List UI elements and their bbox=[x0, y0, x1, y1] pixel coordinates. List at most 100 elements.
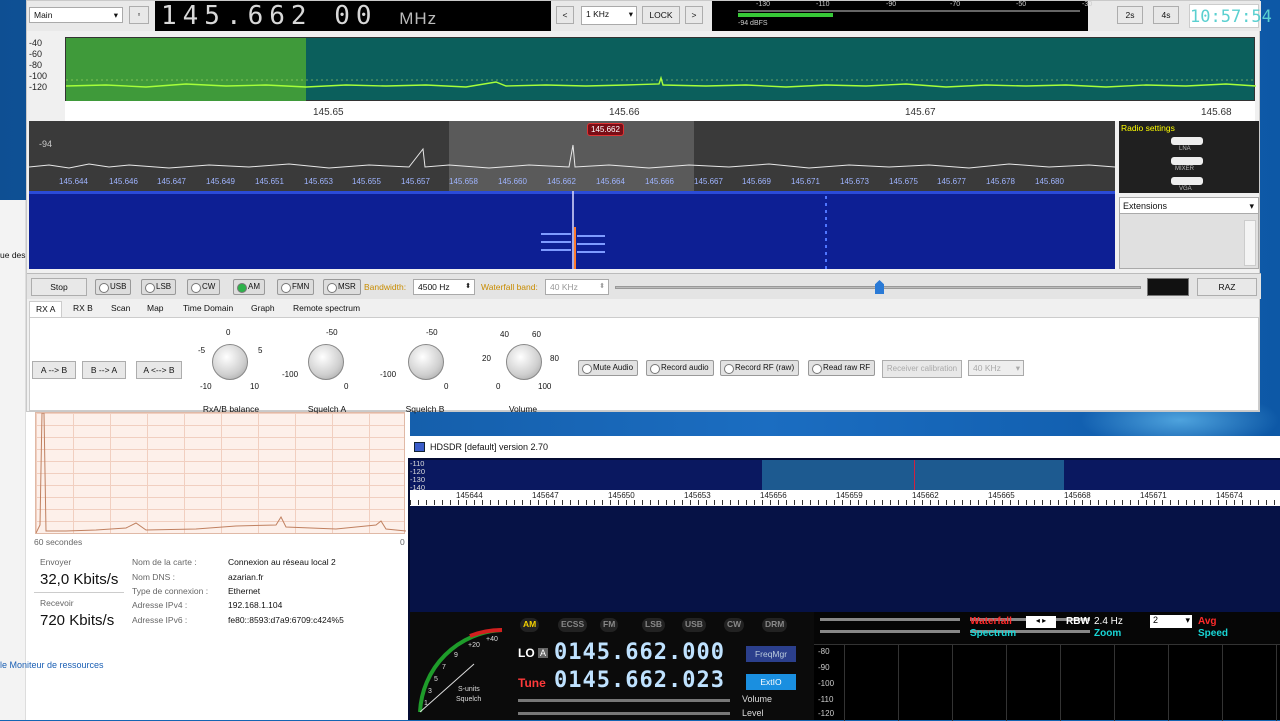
smeter-tick: 5 bbox=[434, 676, 438, 683]
hd-mode-ecss[interactable]: ECSS bbox=[558, 618, 588, 632]
a-to-b-button[interactable]: A --> B bbox=[32, 361, 76, 379]
tab-rx-b[interactable]: RX B bbox=[67, 301, 99, 317]
stop-button[interactable]: Stop bbox=[31, 278, 87, 296]
record-rf-raw-button[interactable]: Record RF (raw) bbox=[720, 360, 800, 376]
chevron-down-icon: ▾ bbox=[628, 9, 633, 19]
tab-graph[interactable]: Graph bbox=[245, 301, 281, 317]
waterfall-band-input[interactable]: 40 KHz ⬍ bbox=[545, 279, 609, 295]
resource-monitor-link[interactable]: le Moniteur de ressources bbox=[0, 660, 104, 670]
avg-select[interactable]: 2 ▾ bbox=[1150, 615, 1192, 628]
b-to-a-button[interactable]: B --> A bbox=[82, 361, 126, 379]
hd-mode-usb[interactable]: USB bbox=[682, 618, 706, 632]
rxab-balance-knob[interactable] bbox=[212, 344, 248, 380]
spectrum2-plot[interactable]: -94 145.662 145.644 145.646 145.647 145.… bbox=[29, 121, 1115, 191]
step-next-button[interactable]: > bbox=[685, 6, 703, 24]
x-tick: 145665 bbox=[988, 491, 1015, 500]
squelch-b-knob[interactable] bbox=[408, 344, 444, 380]
btn-4s[interactable]: 4s bbox=[1153, 6, 1179, 24]
vga-slider[interactable] bbox=[1171, 177, 1203, 185]
network-graph bbox=[35, 412, 406, 534]
waterfall-slider-1[interactable] bbox=[820, 618, 960, 621]
spectrum-slider-1[interactable] bbox=[820, 630, 960, 633]
mode-fmn-radio[interactable]: FMN bbox=[277, 279, 315, 295]
x-tick: 145.667 bbox=[694, 177, 723, 186]
smeter-tick: -90 bbox=[886, 1, 897, 8]
knob-tick: -100 bbox=[282, 370, 299, 379]
x-tick: 145647 bbox=[532, 491, 559, 500]
raz-button[interactable]: RAZ bbox=[1197, 278, 1257, 296]
mode-lsb-radio[interactable]: LSB bbox=[141, 279, 177, 295]
tab-map[interactable]: Map bbox=[141, 301, 170, 317]
x-tick: 145.67 bbox=[905, 107, 936, 118]
hd-mode-cw[interactable]: CW bbox=[724, 618, 745, 632]
mode-msr-radio[interactable]: MSR bbox=[323, 279, 361, 295]
waterfall-band-value: 40 KHz bbox=[550, 282, 578, 292]
lo-a-badge[interactable]: A bbox=[538, 648, 549, 658]
mode-usb-radio[interactable]: USB bbox=[95, 279, 132, 295]
profile-options-button[interactable]: ▫ bbox=[129, 6, 149, 24]
waterfall-display[interactable] bbox=[29, 191, 1115, 269]
step-select[interactable]: 1 KHz ▾ bbox=[581, 6, 637, 25]
btn-2s[interactable]: 2s bbox=[1117, 6, 1143, 24]
profile-select[interactable]: Main ▾ bbox=[29, 7, 123, 23]
volume-label: Volume bbox=[742, 694, 773, 704]
extio-button[interactable]: ExtIO bbox=[746, 674, 796, 690]
frequency-display[interactable]: 145.662 00 MHz bbox=[155, 1, 551, 31]
profile-select-value: Main bbox=[34, 10, 53, 20]
swap-a-b-button[interactable]: A <--> B bbox=[136, 361, 182, 379]
y-tick: -90 bbox=[818, 663, 830, 672]
extensions-select[interactable]: Extensions ▾ bbox=[1120, 198, 1258, 214]
tab-time-domain[interactable]: Time Domain bbox=[177, 301, 239, 317]
x-tick: 145656 bbox=[760, 491, 787, 500]
waterfall-slider-thumb[interactable] bbox=[875, 280, 884, 294]
waterfall-band-label: Waterfall band: bbox=[481, 282, 538, 292]
hd-mode-fm[interactable]: FM bbox=[600, 618, 619, 632]
hdsdr-mini-spectrum[interactable]: -80 -90 -100 -110 -120 bbox=[814, 644, 1280, 721]
tab-scan[interactable]: Scan bbox=[105, 301, 136, 317]
info-key-ipv6: Adresse IPv6 : bbox=[132, 615, 188, 625]
lna-slider[interactable] bbox=[1171, 137, 1203, 145]
level-slider[interactable] bbox=[518, 712, 730, 715]
hdsdr-right-panel: Waterfall ◂ ▸ Spectrum RBW 2.4 Hz Zoom 2… bbox=[814, 612, 1280, 721]
calibration-span-value: 40 KHz bbox=[973, 363, 1001, 373]
volume-slider[interactable] bbox=[518, 699, 730, 702]
record-audio-button[interactable]: Record audio bbox=[646, 360, 714, 376]
knob-tick: -5 bbox=[198, 346, 206, 355]
x-tick: 145653 bbox=[684, 491, 711, 500]
receiver-calibration-button[interactable]: Receiver calibration bbox=[882, 360, 962, 378]
x-tick: 145.671 bbox=[791, 177, 820, 186]
spectrum1-plot[interactable] bbox=[65, 37, 1256, 102]
smeter-tick: -50 bbox=[1016, 1, 1027, 8]
read-raw-rf-button[interactable]: Read raw RF bbox=[808, 360, 876, 376]
knob-tick: 5 bbox=[258, 346, 263, 355]
tab-rx-a[interactable]: RX A bbox=[29, 301, 63, 317]
knob-tick: 80 bbox=[550, 354, 559, 363]
spectrum2-x-axis: 145.644 145.646 145.647 145.649 145.651 … bbox=[29, 177, 1115, 189]
resource-monitor-sidebar bbox=[0, 200, 26, 720]
extensions-panel: Extensions ▾ bbox=[1119, 197, 1259, 269]
hdsdr-title-bar: HDSDR [default] version 2.70 bbox=[408, 436, 1280, 458]
x-tick: 145.65 bbox=[313, 107, 344, 118]
tab-remote-spectrum[interactable]: Remote spectrum bbox=[287, 301, 366, 317]
color-preview-box[interactable] bbox=[1147, 278, 1189, 296]
calibration-span-select[interactable]: 40 KHz ▾ bbox=[968, 360, 1024, 376]
waterfall-arrows[interactable]: ◂ ▸ bbox=[1026, 616, 1056, 628]
mute-audio-button[interactable]: Mute Audio bbox=[578, 360, 639, 376]
mode-cw-radio[interactable]: CW bbox=[187, 279, 221, 295]
bandwidth-input[interactable]: 4500 Hz ⬍ bbox=[413, 279, 475, 295]
freqmgr-button[interactable]: FreqMgr bbox=[746, 646, 796, 662]
extensions-scrollbar[interactable] bbox=[1244, 220, 1256, 266]
volume-knob[interactable] bbox=[506, 344, 542, 380]
lo-frequency[interactable]: 0145.662.000 bbox=[554, 640, 725, 665]
mode-am-radio[interactable]: AM bbox=[233, 279, 265, 295]
mixer-slider[interactable] bbox=[1171, 157, 1203, 165]
level-label: Level bbox=[742, 708, 764, 718]
squelch-a-knob[interactable] bbox=[308, 344, 344, 380]
hd-mode-drm[interactable]: DRM bbox=[762, 618, 788, 632]
hdsdr-band-highlight bbox=[762, 460, 1064, 490]
hd-mode-lsb[interactable]: LSB bbox=[642, 618, 665, 632]
step-prev-button[interactable]: < bbox=[556, 6, 574, 24]
hd-mode-am[interactable]: AM bbox=[520, 618, 540, 632]
lock-button[interactable]: LOCK bbox=[642, 6, 680, 24]
tune-frequency[interactable]: 0145.662.023 bbox=[554, 668, 725, 693]
